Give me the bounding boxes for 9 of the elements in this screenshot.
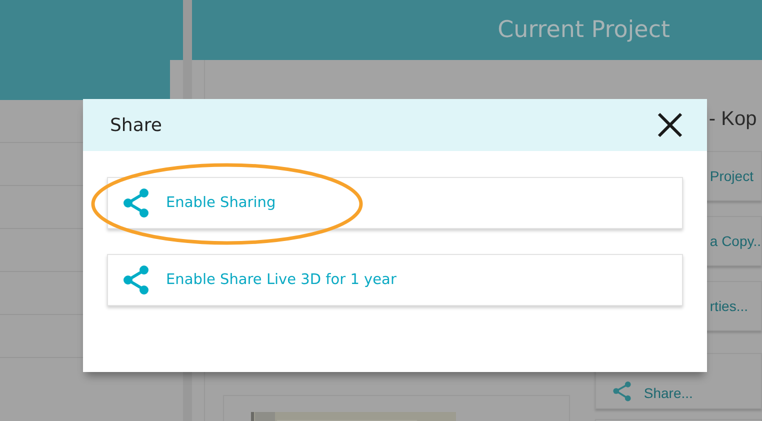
- share-icon: [122, 264, 150, 296]
- share-icon: [612, 380, 632, 402]
- dialog-title: Share: [110, 114, 162, 136]
- share-option-button[interactable]: Enable Share Live 3D for 1 year: [107, 254, 683, 306]
- header-title: Current Project: [498, 17, 670, 43]
- project-title: - Kop: [708, 107, 758, 132]
- close-icon[interactable]: [657, 112, 683, 138]
- share-icon: [122, 187, 150, 219]
- share-option-button[interactable]: Enable Sharing: [107, 177, 683, 229]
